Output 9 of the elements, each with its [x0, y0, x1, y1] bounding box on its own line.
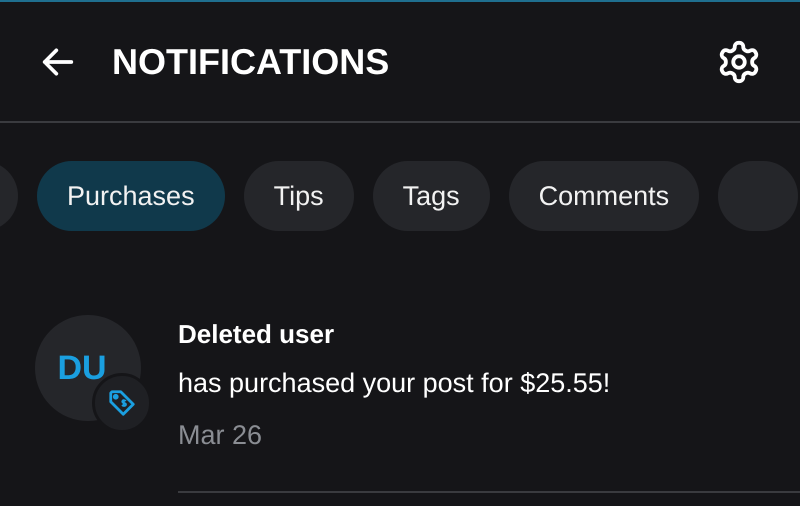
notification-message: has purchased your post for $25.55! [178, 367, 612, 400]
filter-tab[interactable]: Tags [372, 161, 490, 231]
filter-tab[interactable]: Purchases [37, 161, 225, 231]
filter-tab[interactable]: Tips [244, 161, 354, 231]
user-name: Deleted user [178, 318, 336, 351]
notification-date: Mar 26 [178, 419, 264, 452]
filter-tab[interactable]: Comments [508, 161, 700, 231]
page-title: NOTIFICATIONS [112, 40, 390, 82]
price-tag-icon [107, 388, 137, 418]
